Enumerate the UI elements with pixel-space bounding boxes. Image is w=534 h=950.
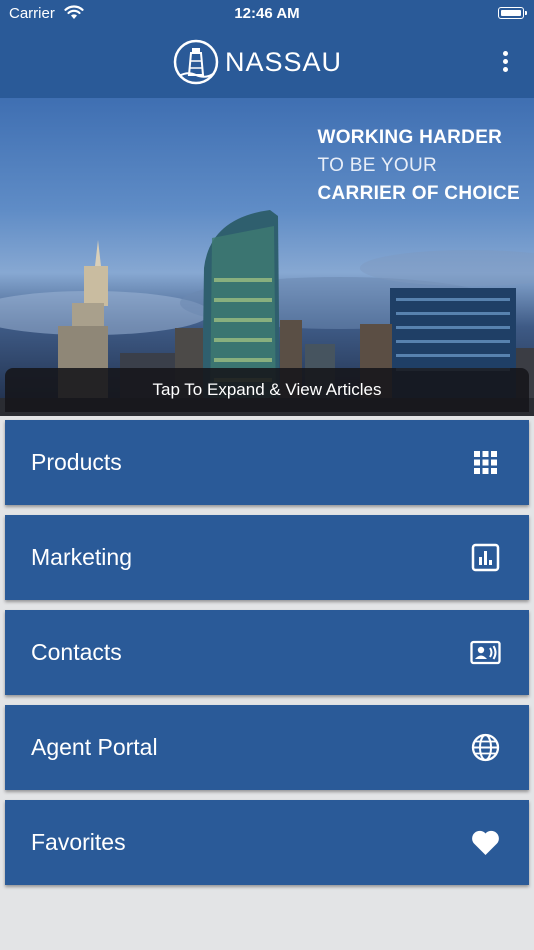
bar-chart-icon [471, 543, 500, 572]
globe-icon [471, 733, 500, 762]
grid-icon [474, 451, 497, 474]
heart-icon [472, 830, 499, 855]
more-menu-icon[interactable] [501, 51, 509, 75]
menu-item-label: Contacts [31, 639, 122, 665]
menu-item-agent-portal[interactable]: Agent Portal [5, 705, 529, 790]
status-bar: Carrier 12:46 AM [0, 0, 534, 28]
menu-item-label: Marketing [31, 544, 132, 570]
menu-item-marketing[interactable]: Marketing [5, 515, 529, 600]
app-header: Carrier 12:46 AM NASSAU [0, 0, 534, 98]
menu-item-contacts[interactable]: Contacts [5, 610, 529, 695]
menu-item-label: Favorites [31, 829, 126, 855]
battery-icon [498, 7, 527, 19]
clock: 12:46 AM [234, 5, 300, 22]
menu-item-products[interactable]: Products [5, 420, 529, 505]
lighthouse-icon [173, 39, 219, 85]
main-menu: Products Marketing Contacts Agent Portal… [5, 420, 529, 895]
logo-text: NASSAU [225, 46, 343, 77]
tagline-line-1: WORKING HARDER [317, 127, 503, 148]
hero-tagline: WORKING HARDER TO BE YOUR CARRIER OF CHO… [318, 124, 521, 208]
tagline-line-3: CARRIER OF CHOICE [317, 183, 520, 204]
nassau-logo: NASSAU [173, 38, 342, 86]
contact-card-icon [470, 640, 501, 665]
menu-item-favorites[interactable]: Favorites [5, 800, 529, 885]
expand-articles-button[interactable]: Tap To Expand & View Articles [5, 368, 529, 412]
tagline-line-2: TO BE YOUR [317, 155, 437, 176]
menu-item-label: Products [31, 449, 122, 475]
menu-item-label: Agent Portal [31, 734, 158, 760]
